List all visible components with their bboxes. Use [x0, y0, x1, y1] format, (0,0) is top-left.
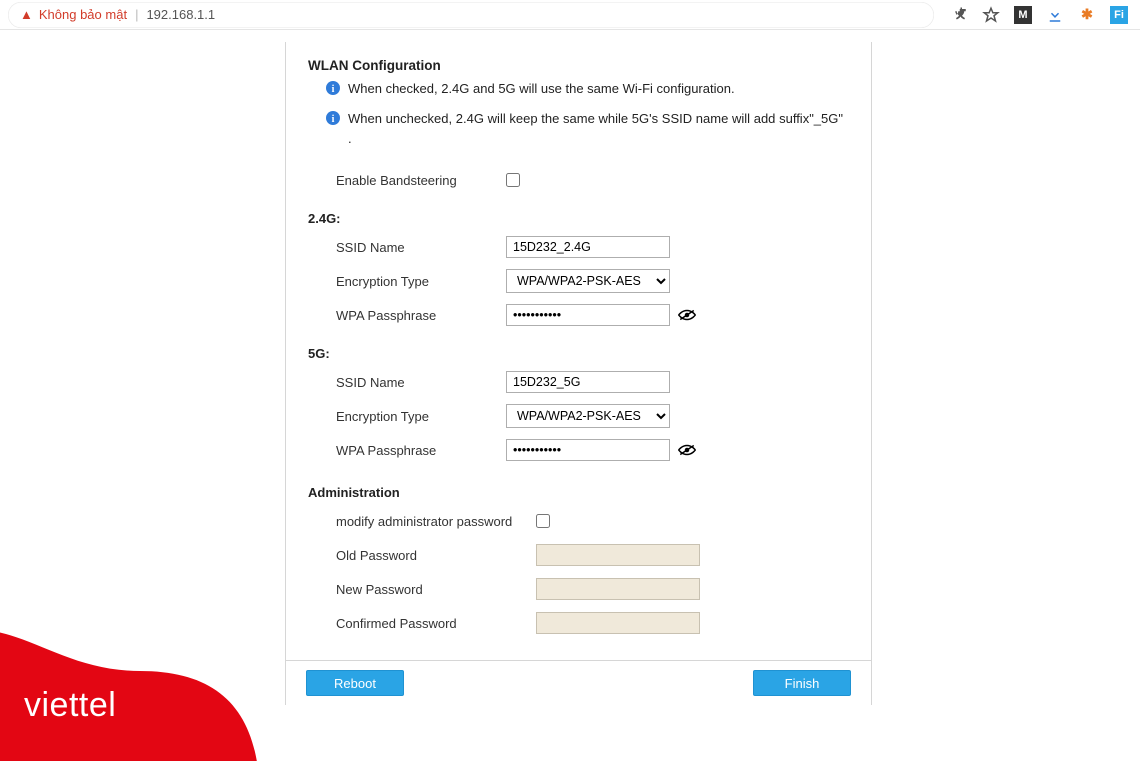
brand-logo-text: viettel — [24, 686, 116, 725]
ssid-24g-input[interactable] — [506, 236, 670, 258]
extension-m-icon[interactable]: M — [1014, 6, 1032, 24]
ssid-5g-input[interactable] — [506, 371, 670, 393]
finish-button[interactable]: Finish — [753, 670, 851, 696]
svg-text:i: i — [332, 114, 335, 125]
old-password-label: Old Password — [336, 548, 536, 563]
config-panel: WLAN Configuration i When checked, 2.4G … — [285, 42, 872, 705]
insecure-warning-icon: ▲ — [20, 8, 33, 21]
old-password-input — [536, 544, 700, 566]
encryption-24g-label: Encryption Type — [336, 274, 506, 289]
section-24g-heading: 2.4G: — [308, 211, 843, 226]
show-password-24g-icon[interactable] — [678, 308, 696, 322]
new-password-label: New Password — [336, 582, 536, 597]
extension-download-icon[interactable] — [1046, 6, 1064, 24]
wlan-config-title: WLAN Configuration — [308, 58, 843, 73]
extension-asterisk-icon[interactable]: ✱ — [1078, 6, 1096, 24]
bandsteering-checkbox[interactable] — [506, 173, 520, 187]
browser-omnibox: ▲ Không bảo mật | 192.168.1.1 M ✱ Fi — [0, 0, 1140, 30]
page-url: 192.168.1.1 — [146, 7, 215, 22]
info-same-config: i When checked, 2.4G and 5G will use the… — [326, 79, 843, 99]
info-suffix: i When unchecked, 2.4G will keep the sam… — [326, 109, 843, 149]
passphrase-24g-input[interactable] — [506, 304, 670, 326]
brand-swoosh — [0, 561, 300, 761]
reboot-button[interactable]: Reboot — [306, 670, 404, 696]
info-same-config-text: When checked, 2.4G and 5G will use the s… — [348, 79, 735, 99]
section-5g-heading: 5G: — [308, 346, 843, 361]
encryption-5g-select[interactable]: WPA/WPA2-PSK-AES — [506, 404, 670, 428]
info-suffix-text: When unchecked, 2.4G will keep the same … — [348, 109, 843, 149]
svg-text:i: i — [332, 84, 335, 95]
bookmark-star-icon[interactable] — [982, 6, 1000, 24]
new-password-input — [536, 578, 700, 600]
modify-admin-pass-label: modify administrator password — [336, 514, 536, 529]
info-icon: i — [326, 111, 340, 125]
encryption-5g-label: Encryption Type — [336, 409, 506, 424]
encryption-24g-select[interactable]: WPA/WPA2-PSK-AES — [506, 269, 670, 293]
show-password-5g-icon[interactable] — [678, 443, 696, 457]
confirmed-password-label: Confirmed Password — [336, 616, 536, 631]
confirmed-password-input — [536, 612, 700, 634]
passphrase-24g-label: WPA Passphrase — [336, 308, 506, 323]
address-divider: | — [135, 7, 138, 22]
bandsteering-label: Enable Bandsteering — [336, 173, 506, 188]
ssid-5g-label: SSID Name — [336, 375, 506, 390]
info-icon: i — [326, 81, 340, 95]
section-admin-heading: Administration — [308, 485, 843, 500]
translate-icon[interactable] — [950, 6, 968, 24]
passphrase-5g-label: WPA Passphrase — [336, 443, 506, 458]
panel-footer: Reboot Finish — [286, 660, 871, 705]
browser-toolbar-icons: M ✱ Fi — [950, 6, 1128, 24]
ssid-24g-label: SSID Name — [336, 240, 506, 255]
passphrase-5g-input[interactable] — [506, 439, 670, 461]
modify-admin-pass-checkbox[interactable] — [536, 514, 550, 528]
insecure-label: Không bảo mật — [39, 7, 127, 22]
address-bar[interactable]: ▲ Không bảo mật | 192.168.1.1 — [8, 2, 934, 28]
extension-fi-icon[interactable]: Fi — [1110, 6, 1128, 24]
